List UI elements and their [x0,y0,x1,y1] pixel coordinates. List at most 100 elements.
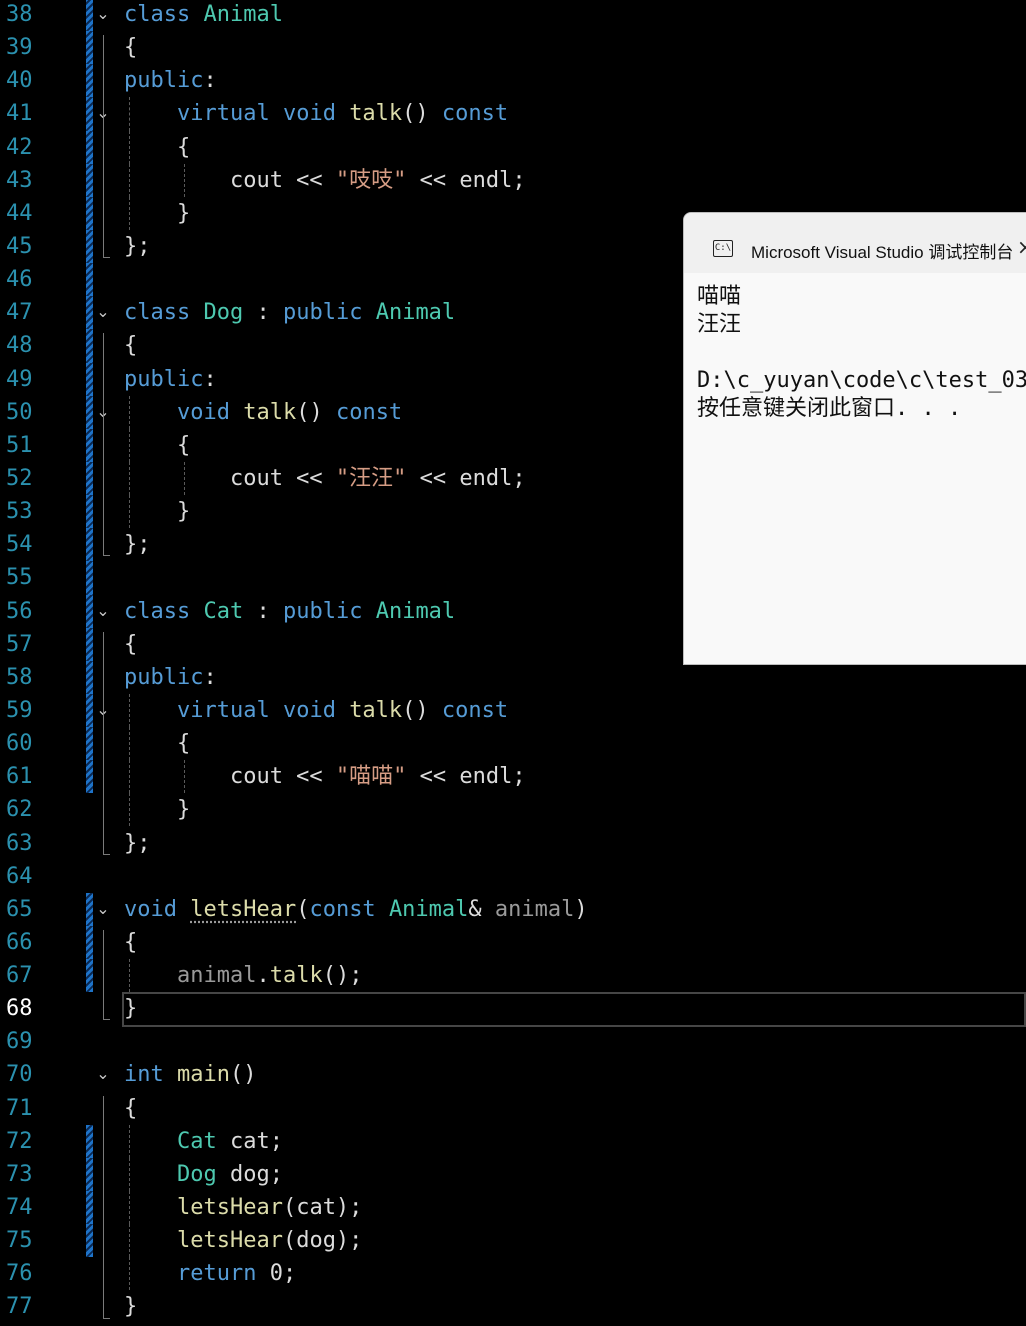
code-line[interactable]: 61 cout << "喵喵" << endl; [0,760,1026,794]
code-text[interactable]: { [124,628,137,661]
code-line[interactable]: 64 [0,860,1026,893]
change-marker [86,892,93,926]
code-line[interactable]: 40 public: [0,64,1026,98]
code-text[interactable]: public: [124,661,217,694]
code-text[interactable]: Dog dog; [124,1158,283,1191]
code-text[interactable]: return 0; [124,1257,296,1290]
code-text[interactable]: { [124,131,190,164]
code-token: void [282,101,350,127]
code-text[interactable]: { [124,1092,137,1125]
change-marker [86,528,93,562]
line-number: 43 [6,167,33,193]
code-line[interactable]: 73 Dog dog; [0,1157,1026,1192]
code-line[interactable]: 70 ⌄ int main() [0,1058,1026,1091]
code-text[interactable]: }; [124,230,151,263]
code-line[interactable]: 67 animal.talk(); [0,959,1026,993]
code-text[interactable]: { [124,31,137,64]
chevron-down-icon[interactable]: ⌄ [96,303,110,321]
code-line[interactable]: 69 [0,1025,1026,1058]
code-text[interactable]: class Cat : public Animal [124,595,455,628]
chevron-down-icon[interactable]: ⌄ [96,5,110,23]
code-text[interactable]: { [124,329,137,362]
code-text[interactable]: } [124,793,190,826]
code-text[interactable]: cout << "吱吱" << endl; [124,164,526,197]
code-token: void [124,896,191,922]
chevron-down-icon[interactable]: ⌄ [96,601,110,620]
code-line[interactable]: 58 public: [0,660,1026,694]
code-token: { [124,731,191,757]
code-text[interactable]: } [124,197,190,230]
code-text[interactable]: { [124,926,137,959]
code-text[interactable]: } [124,495,190,528]
change-marker [86,263,93,297]
code-line[interactable]: 41 ⌄ virtual void talk() const [0,97,1026,131]
change-marker [86,130,93,164]
change-marker [86,1157,93,1192]
change-marker [86,296,93,330]
code-token: { [124,929,138,955]
code-text[interactable]: } [124,1290,137,1323]
code-text[interactable]: letsHear(cat); [124,1191,362,1224]
code-line[interactable]: 63}; [0,827,1026,860]
code-line[interactable]: 43 cout << "吱吱" << endl; [0,163,1026,197]
line-number: 54 [6,532,33,558]
code-text[interactable]: void letsHear(const Animal& animal) [124,893,588,926]
code-text[interactable]: cout << "喵喵" << endl; [124,760,526,793]
code-text[interactable]: { [124,429,190,462]
code-line[interactable]: 74 letsHear(cat); [0,1191,1026,1225]
change-marker [86,395,93,429]
chevron-down-icon[interactable]: ⌄ [96,899,110,918]
code-line[interactable]: 38 ⌄ class Animal [0,0,1026,32]
change-marker [86,594,93,628]
code-token: } [124,499,191,525]
code-text[interactable]: cout << "汪汪" << endl; [124,462,526,495]
code-line[interactable]: 62 } [0,793,1026,827]
code-text[interactable]: { [124,727,190,760]
code-token: Dog [176,1161,217,1187]
code-token: class [124,300,204,326]
chevron-down-icon[interactable]: ⌄ [96,1065,110,1083]
code-text[interactable]: int main() [124,1058,256,1091]
code-line[interactable]: 75 letsHear(dog); [0,1224,1026,1258]
code-text[interactable]: public: [124,363,217,396]
code-text[interactable]: }; [124,528,151,561]
console-output-line: 按任意键关闭此窗口. . . [697,396,962,421]
code-line[interactable]: 65 ⌄ void letsHear(const Animal& animal) [0,892,1026,926]
code-text[interactable]: class Animal [124,0,283,31]
code-text[interactable]: letsHear(dog); [124,1224,362,1257]
code-line[interactable]: 66 { [0,925,1026,960]
code-text[interactable]: class Dog : public Animal [124,296,455,329]
code-token: public [124,664,204,690]
console-app-icon: C:\ [713,240,733,257]
code-text[interactable]: }; [124,827,151,860]
code-text[interactable]: public: [124,64,217,97]
line-number: 51 [6,432,33,458]
code-token: : [243,598,283,624]
code-text[interactable]: Cat cat; [124,1125,283,1158]
debug-console-window[interactable]: C:\ Microsoft Visual Studio 调试控制台 × 喵喵 汪… [683,212,1026,665]
code-token: dog; [216,1161,283,1187]
code-line[interactable]: 71 { [0,1092,1026,1125]
console-window-title: Microsoft Visual Studio 调试控制台 [751,243,1014,262]
close-icon[interactable]: × [1017,235,1026,259]
fold-bracket [103,35,110,259]
code-text[interactable]: void talk() const [124,396,402,429]
code-line[interactable]: 60 { [0,727,1026,761]
code-token: virtual [176,101,283,127]
console-title-bar[interactable]: C:\ Microsoft Visual Studio 调试控制台 × [684,213,1026,273]
code-line[interactable]: 76 return 0; [0,1257,1026,1291]
code-token: const [335,399,403,425]
code-line[interactable]: 72 Cat cat; [0,1124,1026,1158]
code-line[interactable]: 42 { [0,130,1026,164]
code-line[interactable]: 77} [0,1290,1026,1323]
code-text[interactable]: virtual void talk() const [124,694,508,727]
code-line[interactable]: 39 { [0,31,1026,65]
code-text[interactable]: animal.talk(); [124,959,362,992]
code-line[interactable]: 59 ⌄ virtual void talk() const [0,693,1026,728]
code-token: cat; [216,1128,283,1154]
line-number: 38 [6,2,33,27]
code-text[interactable]: virtual void talk() const [124,97,508,130]
code-token: }; [124,532,151,558]
